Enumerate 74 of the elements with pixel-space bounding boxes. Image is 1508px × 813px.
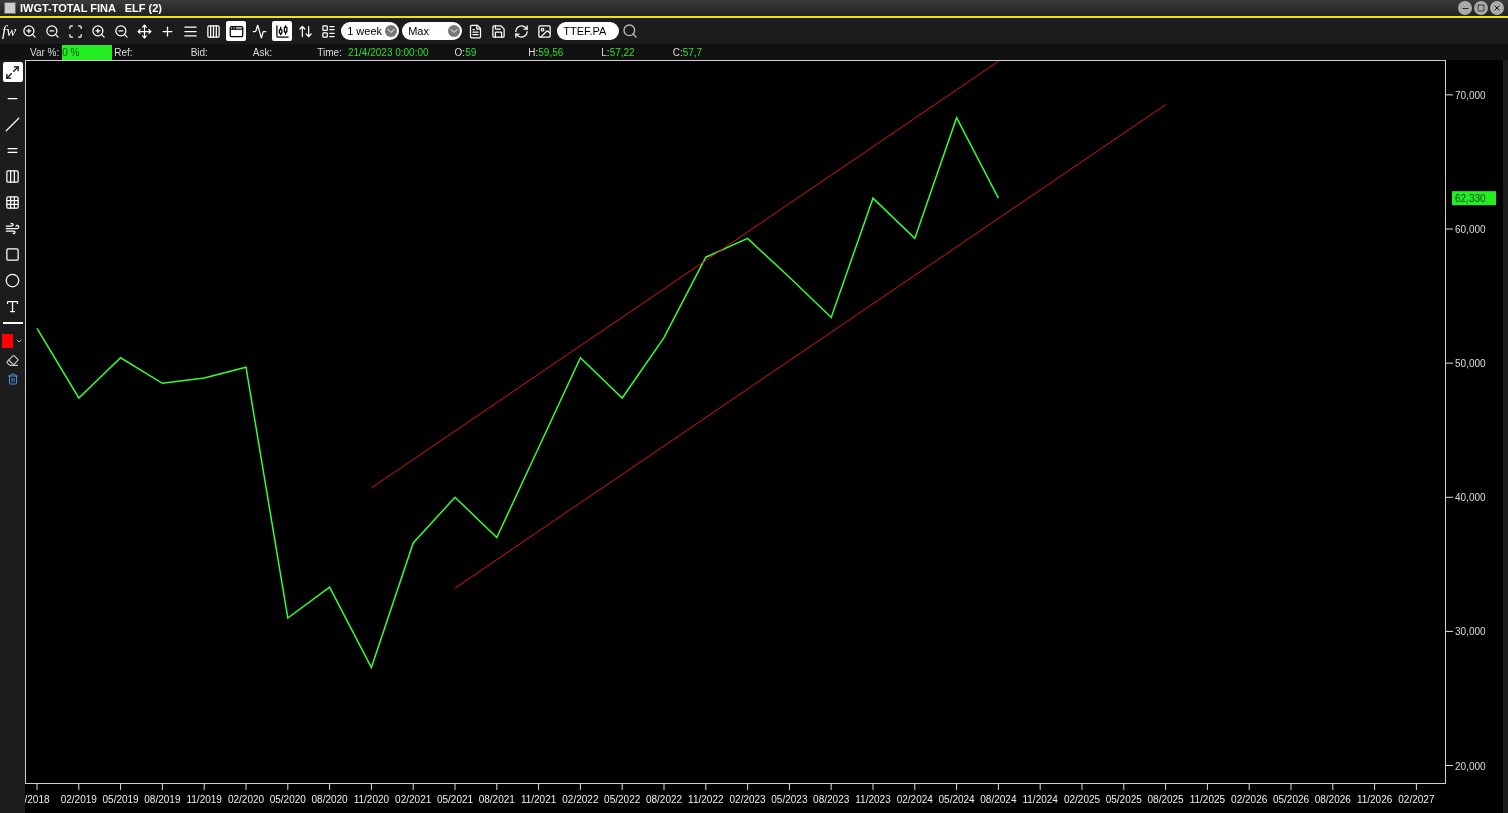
- axis-label: 08/2025: [1147, 794, 1184, 805]
- axis-label: 05/2020: [269, 794, 306, 805]
- quote-label: H:: [528, 45, 539, 60]
- axis-label: 11/2021: [520, 794, 557, 805]
- maximize-icon: [1477, 4, 1485, 12]
- axis-label: 02/2024: [896, 794, 933, 805]
- axis-label: 20,000: [1455, 760, 1486, 772]
- axis-label: 60,000: [1455, 224, 1486, 235]
- color-picker[interactable]: [2, 334, 23, 348]
- close-button[interactable]: [1490, 1, 1504, 15]
- eraser-icon[interactable]: [6, 354, 19, 367]
- axis-label: 40,000: [1455, 492, 1486, 504]
- axis-label: 05/2021: [436, 794, 474, 805]
- axis-label: 11/2026: [1356, 794, 1393, 805]
- axis-label: 08/2023: [813, 794, 850, 805]
- axis-label: 08/2021: [478, 794, 515, 805]
- symbol-field[interactable]: TTEF.PA: [557, 22, 620, 40]
- axis-label: 05/2019: [102, 794, 139, 805]
- axis-label: 02/2021: [395, 794, 432, 805]
- quote-label: Ask:: [252, 45, 273, 60]
- logo: fw: [2, 21, 17, 41]
- axis-label: 02/2019: [60, 794, 97, 805]
- axis-label: 05/2026: [1272, 794, 1310, 805]
- quote-value: 57,22: [609, 45, 635, 60]
- axis-label: 08/2020: [311, 794, 348, 805]
- axis-label: 02/2027: [1398, 794, 1435, 805]
- quote-label: Bid:: [190, 45, 208, 60]
- axis-label: 08/2026: [1314, 794, 1351, 805]
- axis-label: 30,000: [1455, 626, 1486, 638]
- axis-label: 08/2024: [980, 794, 1017, 805]
- maximize-button[interactable]: [1474, 1, 1488, 15]
- window-title: IWGT-TOTAL FINA ELF (2): [20, 0, 162, 16]
- axis-label: 05/2022: [604, 794, 641, 805]
- search-icon[interactable]: [622, 23, 639, 39]
- axis-label: 02/2023: [729, 794, 766, 805]
- axis-label: 02/2022: [562, 794, 599, 805]
- axis-label: /2018: [25, 794, 50, 805]
- quote-label: Var %:: [30, 45, 60, 60]
- candlestick-icon[interactable]: [272, 21, 293, 41]
- quote-label: C:: [672, 45, 683, 60]
- axis-label: 08/2022: [645, 794, 683, 805]
- minimize-button[interactable]: [1458, 1, 1472, 15]
- axis-label: 05/2023: [771, 794, 808, 805]
- color-swatch: [2, 334, 13, 348]
- axis-label: 11/2020: [353, 794, 390, 805]
- quote-value: 57,7: [682, 45, 703, 60]
- axis-label: 02/2020: [227, 794, 265, 805]
- quote-label: Time:: [317, 45, 342, 60]
- axis-label: 08/2019: [144, 794, 181, 805]
- quote-label: L:: [601, 45, 610, 60]
- axis-label: 11/2023: [855, 794, 891, 805]
- axis-label: 02/2026: [1231, 794, 1268, 805]
- axis-label: 70,000: [1455, 89, 1486, 101]
- variation-value: 0 %: [62, 44, 113, 60]
- interval-dropdown[interactable]: 1 week: [341, 22, 400, 40]
- axis-label: 11/2019: [186, 794, 222, 805]
- axis-label: 11/2022: [688, 794, 724, 805]
- quote-value: 59: [465, 45, 477, 60]
- axis-label: 11/2024: [1022, 794, 1058, 805]
- axis-label: 02/2025: [1063, 794, 1101, 805]
- quote-label: O:: [454, 45, 466, 60]
- trash-icon[interactable]: [6, 373, 19, 385]
- range-dropdown[interactable]: Max: [402, 22, 463, 40]
- axis-label: 11/2025: [1189, 794, 1226, 805]
- axis-label: 05/2024: [938, 794, 975, 805]
- quote-value: 21/4/2023 0:00:00: [347, 45, 429, 60]
- app-icon: [4, 2, 16, 14]
- axis-label: 50,000: [1455, 358, 1486, 370]
- quote-label: Ref:: [114, 45, 133, 60]
- caret-icon: [15, 337, 23, 345]
- quote-value: 59,56: [538, 45, 564, 60]
- window-icon[interactable]: [226, 21, 247, 41]
- price-tag: 62,330: [1452, 191, 1496, 206]
- axis-label: 05/2025: [1105, 794, 1142, 805]
